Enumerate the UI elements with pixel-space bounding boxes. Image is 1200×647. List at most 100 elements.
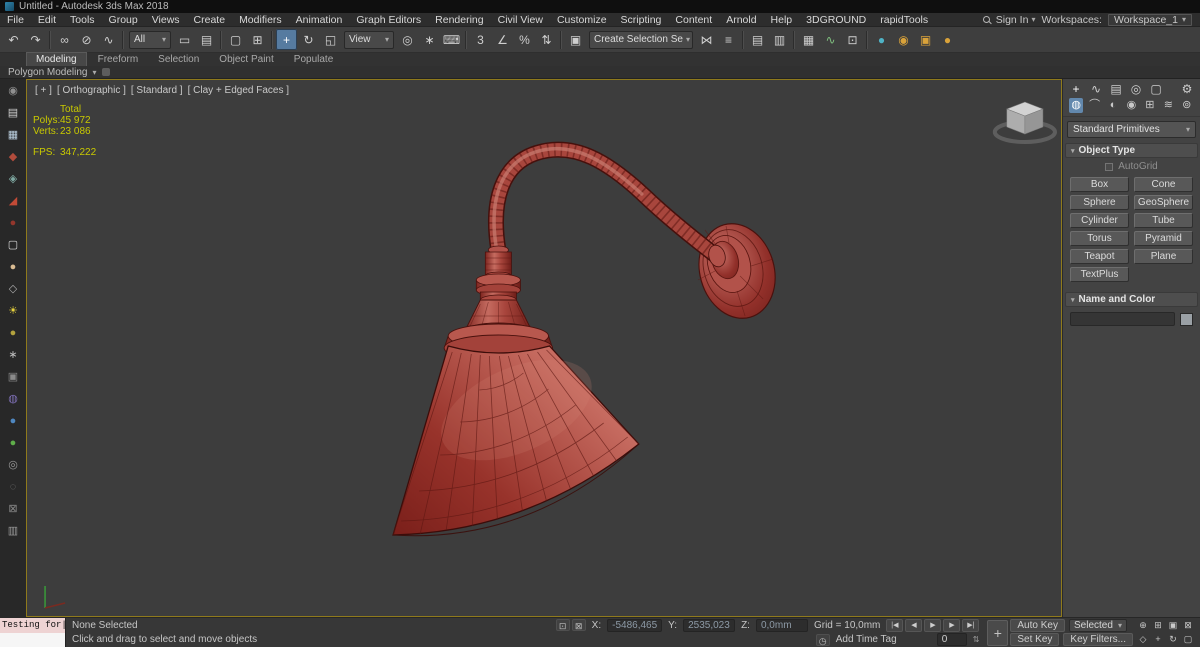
left-tool-icon-07[interactable]: ● xyxy=(5,216,21,230)
object-color-swatch[interactable] xyxy=(1180,312,1193,326)
left-tool-icon-14[interactable]: ▣ xyxy=(5,370,21,384)
selection-filter-dropdown[interactable]: All ▾ xyxy=(129,30,171,49)
menu-edit[interactable]: Edit xyxy=(31,14,63,26)
mirror-icon[interactable]: ⋈ xyxy=(696,29,717,50)
zoom-all-icon[interactable]: ⊞ xyxy=(1151,619,1165,632)
button-cone[interactable]: Cone xyxy=(1134,177,1193,192)
left-tool-icon-10[interactable]: ◇ xyxy=(5,282,21,296)
geometry-category-tab[interactable]: ◍ xyxy=(1069,98,1084,113)
key-filters-button[interactable]: Key Filters... xyxy=(1063,633,1133,646)
menu-civil-view[interactable]: Civil View xyxy=(491,14,550,26)
display-panel-tab[interactable]: ▢ xyxy=(1149,82,1163,96)
menu-graph-editors[interactable]: Graph Editors xyxy=(349,14,428,26)
button-geosphere[interactable]: GeoSphere xyxy=(1134,195,1193,210)
redo-icon[interactable]: ↷ xyxy=(25,29,46,50)
autogrid-checkbox[interactable] xyxy=(1105,162,1114,171)
pan-view-icon[interactable]: + xyxy=(1151,633,1165,646)
render-production-icon[interactable]: ● xyxy=(937,29,958,50)
key-mode-dropdown[interactable]: Selected ▾ xyxy=(1068,619,1127,632)
x-coordinate-field[interactable]: -5486,465 xyxy=(607,618,663,632)
button-box[interactable]: Box xyxy=(1070,177,1129,192)
ribbon-tab-populate[interactable]: Populate xyxy=(285,53,342,66)
viewport-standard-menu[interactable]: [ Standard ] xyxy=(131,85,183,96)
menu-modifiers[interactable]: Modifiers xyxy=(232,14,289,26)
viewport-pov-menu[interactable]: [ Orthographic ] xyxy=(57,85,126,96)
menu-arnold[interactable]: Arnold xyxy=(719,14,763,26)
create-panel-tab[interactable]: + xyxy=(1069,82,1083,96)
button-textplus[interactable]: TextPlus xyxy=(1070,267,1129,282)
object-name-field[interactable] xyxy=(1070,312,1175,326)
curve-editor-icon[interactable]: ∿ xyxy=(820,29,841,50)
left-tool-icon-04[interactable]: ◆ xyxy=(5,150,21,164)
orbit-viewport-icon[interactable]: ↻ xyxy=(1166,633,1180,646)
select-object-icon[interactable]: ▭ xyxy=(174,29,195,50)
motion-panel-tab[interactable]: ◎ xyxy=(1129,82,1143,96)
select-and-move-icon[interactable]: + xyxy=(276,29,297,50)
left-tool-icon-01[interactable]: ◉ xyxy=(5,84,21,98)
systems-category-tab[interactable]: ⊚ xyxy=(1180,98,1194,113)
left-tool-icon-12[interactable]: ● xyxy=(5,326,21,340)
select-and-scale-icon[interactable]: ◱ xyxy=(320,29,341,50)
button-plane[interactable]: Plane xyxy=(1134,249,1193,264)
left-tool-icon-21[interactable]: ▥ xyxy=(5,524,21,538)
button-cylinder[interactable]: Cylinder xyxy=(1070,213,1129,228)
viewport-general-menu[interactable]: [ + ] xyxy=(35,85,52,96)
zoom-extents-all-icon[interactable]: ⊠ xyxy=(1181,619,1195,632)
left-tool-icon-08[interactable]: ▢ xyxy=(5,238,21,252)
ribbon-tab-selection[interactable]: Selection xyxy=(149,53,208,66)
menu-content[interactable]: Content xyxy=(668,14,719,26)
cameras-category-tab[interactable]: ◉ xyxy=(1124,98,1138,113)
go-to-end-button[interactable]: ▶| xyxy=(962,618,980,632)
current-frame-field[interactable]: 0 xyxy=(936,633,967,647)
time-tag-icon[interactable]: ◷ xyxy=(815,633,830,646)
set-keys-button[interactable]: + xyxy=(987,619,1009,646)
left-tool-icon-09[interactable]: ● xyxy=(5,260,21,274)
select-and-link-icon[interactable]: ∞ xyxy=(54,29,75,50)
left-tool-icon-20[interactable]: ⊠ xyxy=(5,502,21,516)
ribbon-section-options-icon[interactable] xyxy=(101,68,110,76)
frame-spinner[interactable]: ⇅ xyxy=(973,635,980,644)
previous-frame-button[interactable]: ◀ xyxy=(905,618,923,632)
menu-group[interactable]: Group xyxy=(102,14,145,26)
add-time-tag[interactable]: Add Time Tag xyxy=(836,634,897,645)
align-icon[interactable]: ≡ xyxy=(718,29,739,50)
render-setup-icon[interactable]: ◉ xyxy=(893,29,914,50)
ribbon-section-label[interactable]: Polygon Modeling xyxy=(8,67,88,78)
bind-to-space-warp-icon[interactable]: ∿ xyxy=(98,29,119,50)
shapes-category-tab[interactable]: ⌒ xyxy=(1087,98,1101,113)
menu-customize[interactable]: Customize xyxy=(550,14,614,26)
reference-coordinate-system-dropdown[interactable]: View ▾ xyxy=(344,30,394,49)
y-coordinate-field[interactable]: 2535,023 xyxy=(683,618,736,632)
lights-category-tab[interactable]: ◐ xyxy=(1106,98,1120,113)
macro-recorder-line[interactable]: Testing for | xyxy=(0,618,65,633)
percent-snap-toggle-icon[interactable]: % xyxy=(514,29,535,50)
object-type-rollout-header[interactable]: ▾ Object Type xyxy=(1065,143,1198,158)
maximize-viewport-toggle-icon[interactable]: ▢ xyxy=(1181,633,1195,646)
viewcube[interactable] xyxy=(992,101,1057,144)
left-tool-icon-02[interactable]: ▤ xyxy=(5,106,21,120)
menu-create[interactable]: Create xyxy=(187,14,233,26)
sign-in-menu[interactable]: Sign In ▾ xyxy=(996,14,1036,26)
selection-lock-toggle-icon[interactable]: ⊠ xyxy=(571,619,586,632)
workspace-dropdown[interactable]: Workspace_1 ▾ xyxy=(1107,13,1192,26)
menu-scripting[interactable]: Scripting xyxy=(614,14,669,26)
left-tool-icon-06[interactable]: ◢ xyxy=(5,194,21,208)
button-tube[interactable]: Tube xyxy=(1134,213,1193,228)
edit-named-selection-sets-icon[interactable]: ▣ xyxy=(565,29,586,50)
search-icon[interactable] xyxy=(982,16,990,23)
menu-tools[interactable]: Tools xyxy=(63,14,102,26)
toggle-ribbon-icon[interactable]: ▦ xyxy=(798,29,819,50)
menu-animation[interactable]: Animation xyxy=(289,14,350,26)
menu-help[interactable]: Help xyxy=(764,14,800,26)
zoom-extents-icon[interactable]: ▣ xyxy=(1166,619,1180,632)
hierarchy-panel-tab[interactable]: ▤ xyxy=(1109,82,1123,96)
ribbon-tab-freeform[interactable]: Freeform xyxy=(89,53,148,66)
left-tool-icon-16[interactable]: ● xyxy=(5,414,21,428)
ribbon-tab-modeling[interactable]: Modeling xyxy=(26,52,87,66)
helpers-category-tab[interactable]: ⊞ xyxy=(1143,98,1157,113)
button-torus[interactable]: Torus xyxy=(1070,231,1129,246)
set-key-button[interactable]: Set Key xyxy=(1010,633,1060,646)
menu-file[interactable]: File xyxy=(0,14,31,26)
named-selection-sets-dropdown[interactable]: Create Selection Se ▾ xyxy=(589,30,693,49)
play-animation-button[interactable]: ▶ xyxy=(924,618,942,632)
